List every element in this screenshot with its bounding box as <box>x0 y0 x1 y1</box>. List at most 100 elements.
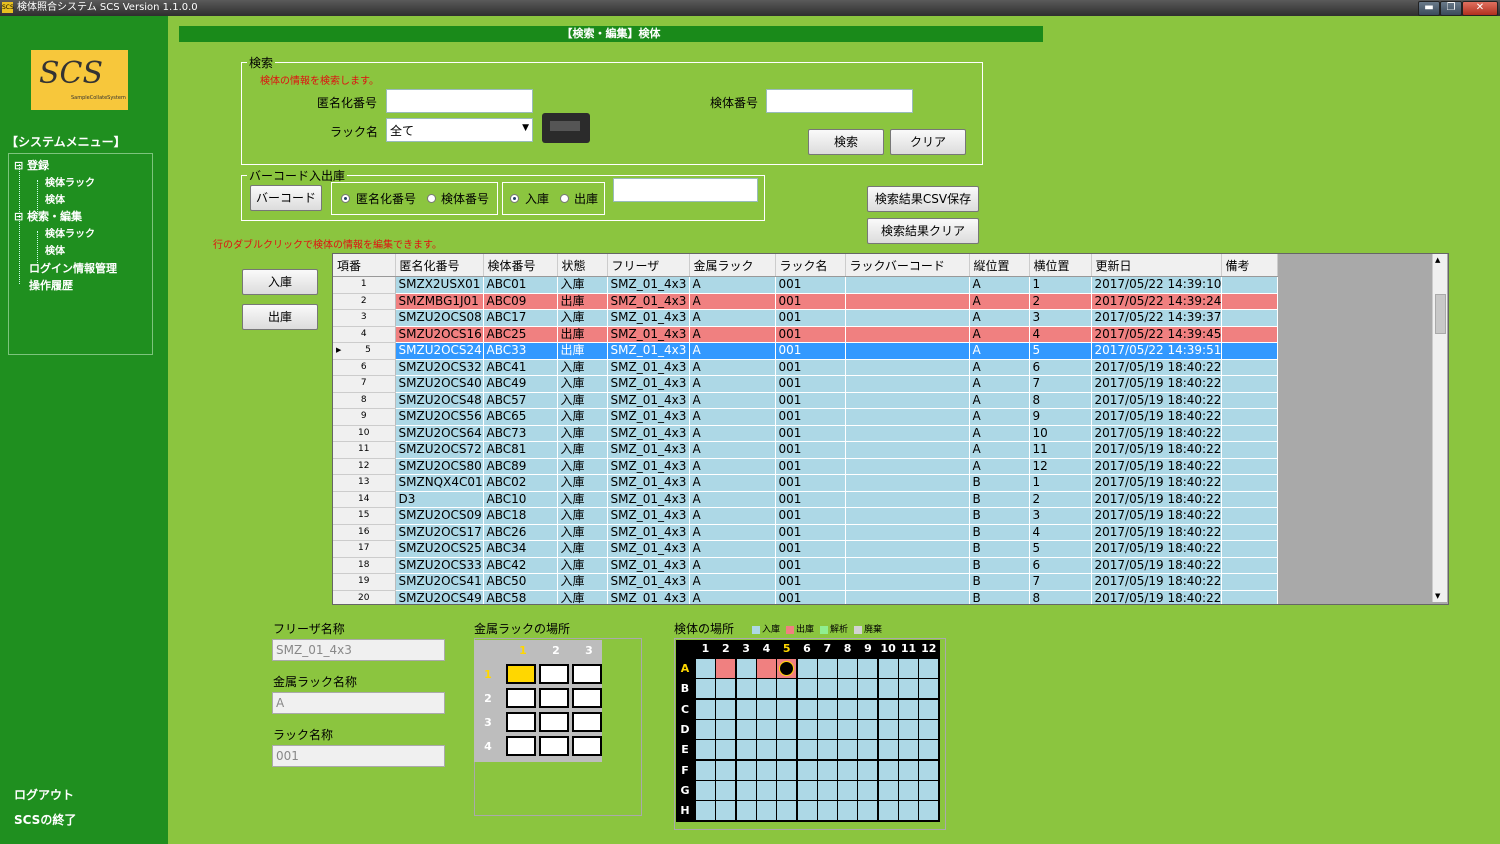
table-cell[interactable]: 入庫 <box>557 359 608 376</box>
table-cell[interactable]: ABC01 <box>483 276 558 294</box>
table-row[interactable]: 13 SMZNQX4C01 ABC02 入庫 SMZ_01_4x3 A 001 B 1 2017/… <box>333 474 1278 492</box>
table-cell[interactable]: 2 <box>1029 293 1092 310</box>
table-cell[interactable]: SMZ_01_4x3 <box>607 375 690 393</box>
table-cell[interactable]: 6 <box>1029 557 1092 574</box>
table-cell[interactable] <box>1221 359 1278 376</box>
table-cell[interactable]: ABC81 <box>483 441 558 459</box>
row-header-cell[interactable]: 9 <box>333 408 396 426</box>
table-cell[interactable] <box>1221 557 1278 574</box>
table-cell[interactable]: SMZU2OCS40 <box>395 375 484 393</box>
table-row[interactable]: 7 SMZU2OCS40 ABC49 入庫 SMZ_01_4x3 A 001 A 7 2017/0… <box>333 375 1278 393</box>
quit-link[interactable]: SCSの終了 <box>14 811 76 828</box>
table-cell[interactable]: 1 <box>1029 474 1092 492</box>
anon-number-radio[interactable] <box>341 194 350 203</box>
table-cell[interactable]: A <box>689 408 776 426</box>
table-cell[interactable]: SMZU2OCS17 <box>395 524 484 541</box>
table-cell[interactable]: SMZU2OCS41 <box>395 573 484 591</box>
table-row[interactable]: 10 SMZU2OCS64 ABC73 入庫 SMZ_01_4x3 A 001 A 10 2017… <box>333 425 1278 442</box>
table-row[interactable]: 17 SMZU2OCS25 ABC34 入庫 SMZ_01_4x3 A 001 B 5 2017/… <box>333 540 1278 558</box>
column-header[interactable]: 更新日 <box>1091 254 1222 277</box>
scroll-down-icon[interactable]: ▼ <box>1435 592 1440 600</box>
logout-link[interactable]: ログアウト <box>14 786 74 803</box>
sample-grid-table[interactable]: 項番 匿名化番号 検体番号 状態 フリーザ 金属ラック ラック名 ラックバーコード 縦位置 横位置… <box>332 253 1449 605</box>
table-cell[interactable]: A <box>969 276 1030 294</box>
table-cell[interactable]: SMZMBG1J01 <box>395 293 484 310</box>
table-cell[interactable]: SMZ_01_4x3 <box>607 507 690 525</box>
table-cell[interactable]: 2017/05/22 14:39:45 <box>1091 326 1222 343</box>
table-cell[interactable]: SMZU2OCS09 <box>395 507 484 525</box>
table-row[interactable]: 20 SMZU2OCS49 ABC58 入庫 SMZ_01_4x3 A 001 B 8 2017/… <box>333 590 1278 604</box>
table-cell[interactable] <box>1221 507 1278 525</box>
table-cell[interactable]: B <box>969 573 1030 591</box>
table-cell[interactable] <box>845 342 970 360</box>
table-cell[interactable]: SMZU2OCS32 <box>395 359 484 376</box>
table-row[interactable]: 12 SMZU2OCS80 ABC89 入庫 SMZ_01_4x3 A 001 A 12 2017… <box>333 458 1278 475</box>
table-cell[interactable]: 001 <box>775 441 846 459</box>
table-cell[interactable]: A <box>689 458 776 475</box>
table-cell[interactable] <box>845 491 970 508</box>
table-cell[interactable]: 2017/05/19 18:40:22 <box>1091 507 1222 525</box>
sample-number-radio[interactable] <box>427 194 436 203</box>
table-cell[interactable]: A <box>689 326 776 343</box>
table-cell[interactable] <box>1221 293 1278 310</box>
table-cell[interactable]: 7 <box>1029 375 1092 393</box>
table-cell[interactable] <box>1221 458 1278 475</box>
table-cell[interactable]: 001 <box>775 590 846 604</box>
column-header[interactable]: 匿名化番号 <box>395 254 484 277</box>
table-cell[interactable]: 2017/05/19 18:40:22 <box>1091 375 1222 393</box>
row-header-cell[interactable]: 1 <box>333 276 396 294</box>
table-cell[interactable]: 2017/05/19 18:40:22 <box>1091 590 1222 604</box>
table-cell[interactable]: SMZU2OCS16 <box>395 326 484 343</box>
table-cell[interactable]: SMZU2OCS48 <box>395 392 484 409</box>
scroll-up-icon[interactable]: ▲ <box>1435 256 1440 264</box>
row-header-cell[interactable]: 10 <box>333 425 396 442</box>
table-cell[interactable]: SMZ_01_4x3 <box>607 392 690 409</box>
table-cell[interactable] <box>1221 326 1278 343</box>
table-cell[interactable]: 001 <box>775 359 846 376</box>
table-cell[interactable] <box>845 408 970 426</box>
table-cell[interactable]: SMZ_01_4x3 <box>607 474 690 492</box>
close-button[interactable]: ✕ <box>1462 1 1498 16</box>
table-cell[interactable]: 2017/05/19 18:40:22 <box>1091 441 1222 459</box>
table-cell[interactable]: A <box>969 342 1030 360</box>
table-cell[interactable]: SMZU2OCS49 <box>395 590 484 604</box>
table-cell[interactable] <box>1221 425 1278 442</box>
result-clear-button[interactable]: 検索結果クリア <box>867 218 979 244</box>
row-header-cell[interactable]: ▶ 5 <box>333 342 396 360</box>
table-cell[interactable]: A <box>689 524 776 541</box>
table-cell[interactable] <box>1221 590 1278 604</box>
table-cell[interactable]: 2017/05/19 18:40:22 <box>1091 557 1222 574</box>
table-cell[interactable]: SMZU2OCS72 <box>395 441 484 459</box>
table-cell[interactable]: A <box>969 458 1030 475</box>
table-cell[interactable]: 001 <box>775 276 846 294</box>
chevron-down-icon[interactable]: ▼ <box>522 123 529 133</box>
table-row[interactable]: 6 SMZU2OCS32 ABC41 入庫 SMZ_01_4x3 A 001 A 6 2017/0… <box>333 359 1278 376</box>
row-header-cell[interactable]: 19 <box>333 573 396 591</box>
table-cell[interactable] <box>1221 276 1278 294</box>
table-cell[interactable]: SMZU2OCS64 <box>395 425 484 442</box>
table-cell[interactable]: A <box>689 309 776 327</box>
table-cell[interactable]: SMZ_01_4x3 <box>607 573 690 591</box>
table-cell[interactable]: 6 <box>1029 359 1092 376</box>
table-cell[interactable]: A <box>689 557 776 574</box>
table-cell[interactable]: A <box>689 375 776 393</box>
collapse-icon[interactable]: ⊟ <box>14 210 23 223</box>
table-cell[interactable]: SMZU2OCS24 <box>395 342 484 360</box>
table-cell[interactable] <box>845 309 970 327</box>
row-header-cell[interactable]: 16 <box>333 524 396 541</box>
table-cell[interactable]: B <box>969 557 1030 574</box>
table-cell[interactable]: A <box>969 375 1030 393</box>
row-header-cell[interactable]: 3 <box>333 309 396 327</box>
table-cell[interactable]: A <box>689 293 776 310</box>
table-cell[interactable]: A <box>689 573 776 591</box>
table-cell[interactable]: B <box>969 540 1030 558</box>
table-cell[interactable]: SMZU2OCS08 <box>395 309 484 327</box>
check-in-button[interactable]: 入庫 <box>242 269 318 295</box>
table-cell[interactable] <box>845 326 970 343</box>
table-cell[interactable]: 12 <box>1029 458 1092 475</box>
table-row[interactable]: 19 SMZU2OCS41 ABC50 入庫 SMZ_01_4x3 A 001 B 7 2017/… <box>333 573 1278 591</box>
table-cell[interactable]: A <box>969 309 1030 327</box>
table-cell[interactable]: 9 <box>1029 408 1092 426</box>
table-cell[interactable]: SMZU2OCS33 <box>395 557 484 574</box>
table-cell[interactable]: 001 <box>775 342 846 360</box>
